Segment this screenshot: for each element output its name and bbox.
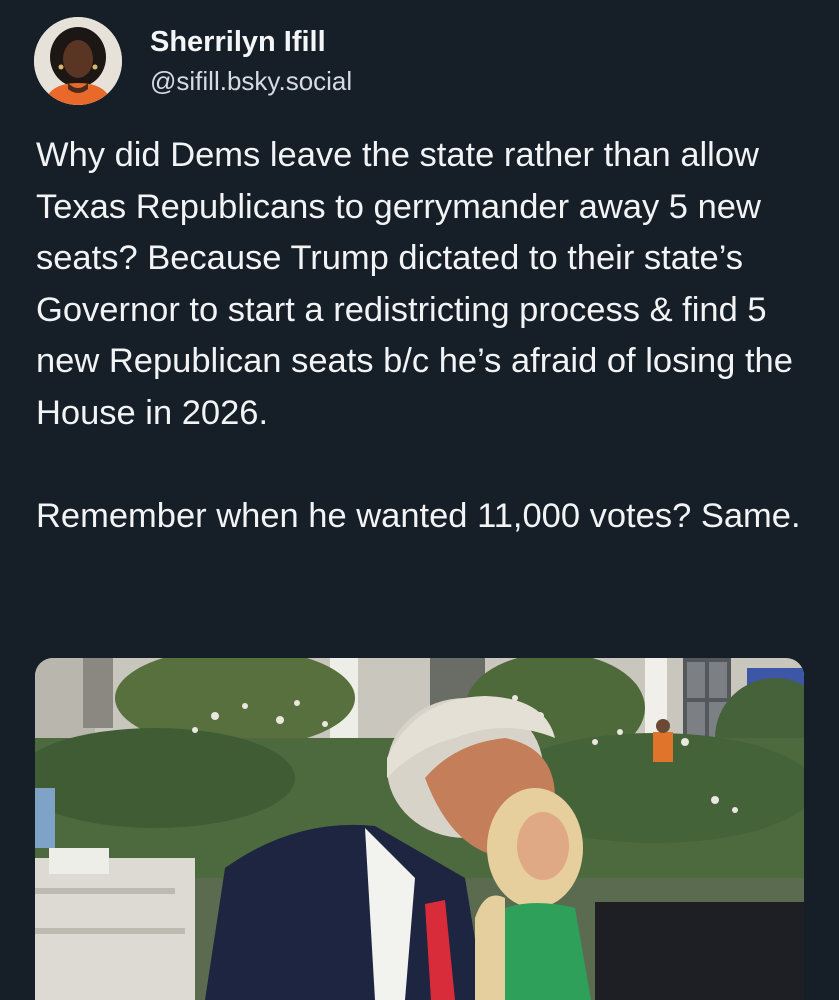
photo-icon xyxy=(35,658,804,1000)
post: Sherrilyn Ifill @sifill.bsky.social Why … xyxy=(0,0,839,1000)
post-image[interactable] xyxy=(35,658,804,1000)
post-paragraph: Why did Dems leave the state rather than… xyxy=(36,136,793,432)
author-handle[interactable]: @sifill.bsky.social xyxy=(150,64,352,98)
avatar-photo-icon xyxy=(34,17,122,105)
post-header: Sherrilyn Ifill @sifill.bsky.social xyxy=(34,16,352,106)
post-paragraph: Remember when he wanted 11,000 votes? Sa… xyxy=(36,496,801,535)
post-text: Why did Dems leave the state rather than… xyxy=(36,130,816,542)
avatar[interactable] xyxy=(34,17,122,105)
author-info: Sherrilyn Ifill @sifill.bsky.social xyxy=(150,24,352,98)
author-display-name[interactable]: Sherrilyn Ifill xyxy=(150,24,352,60)
